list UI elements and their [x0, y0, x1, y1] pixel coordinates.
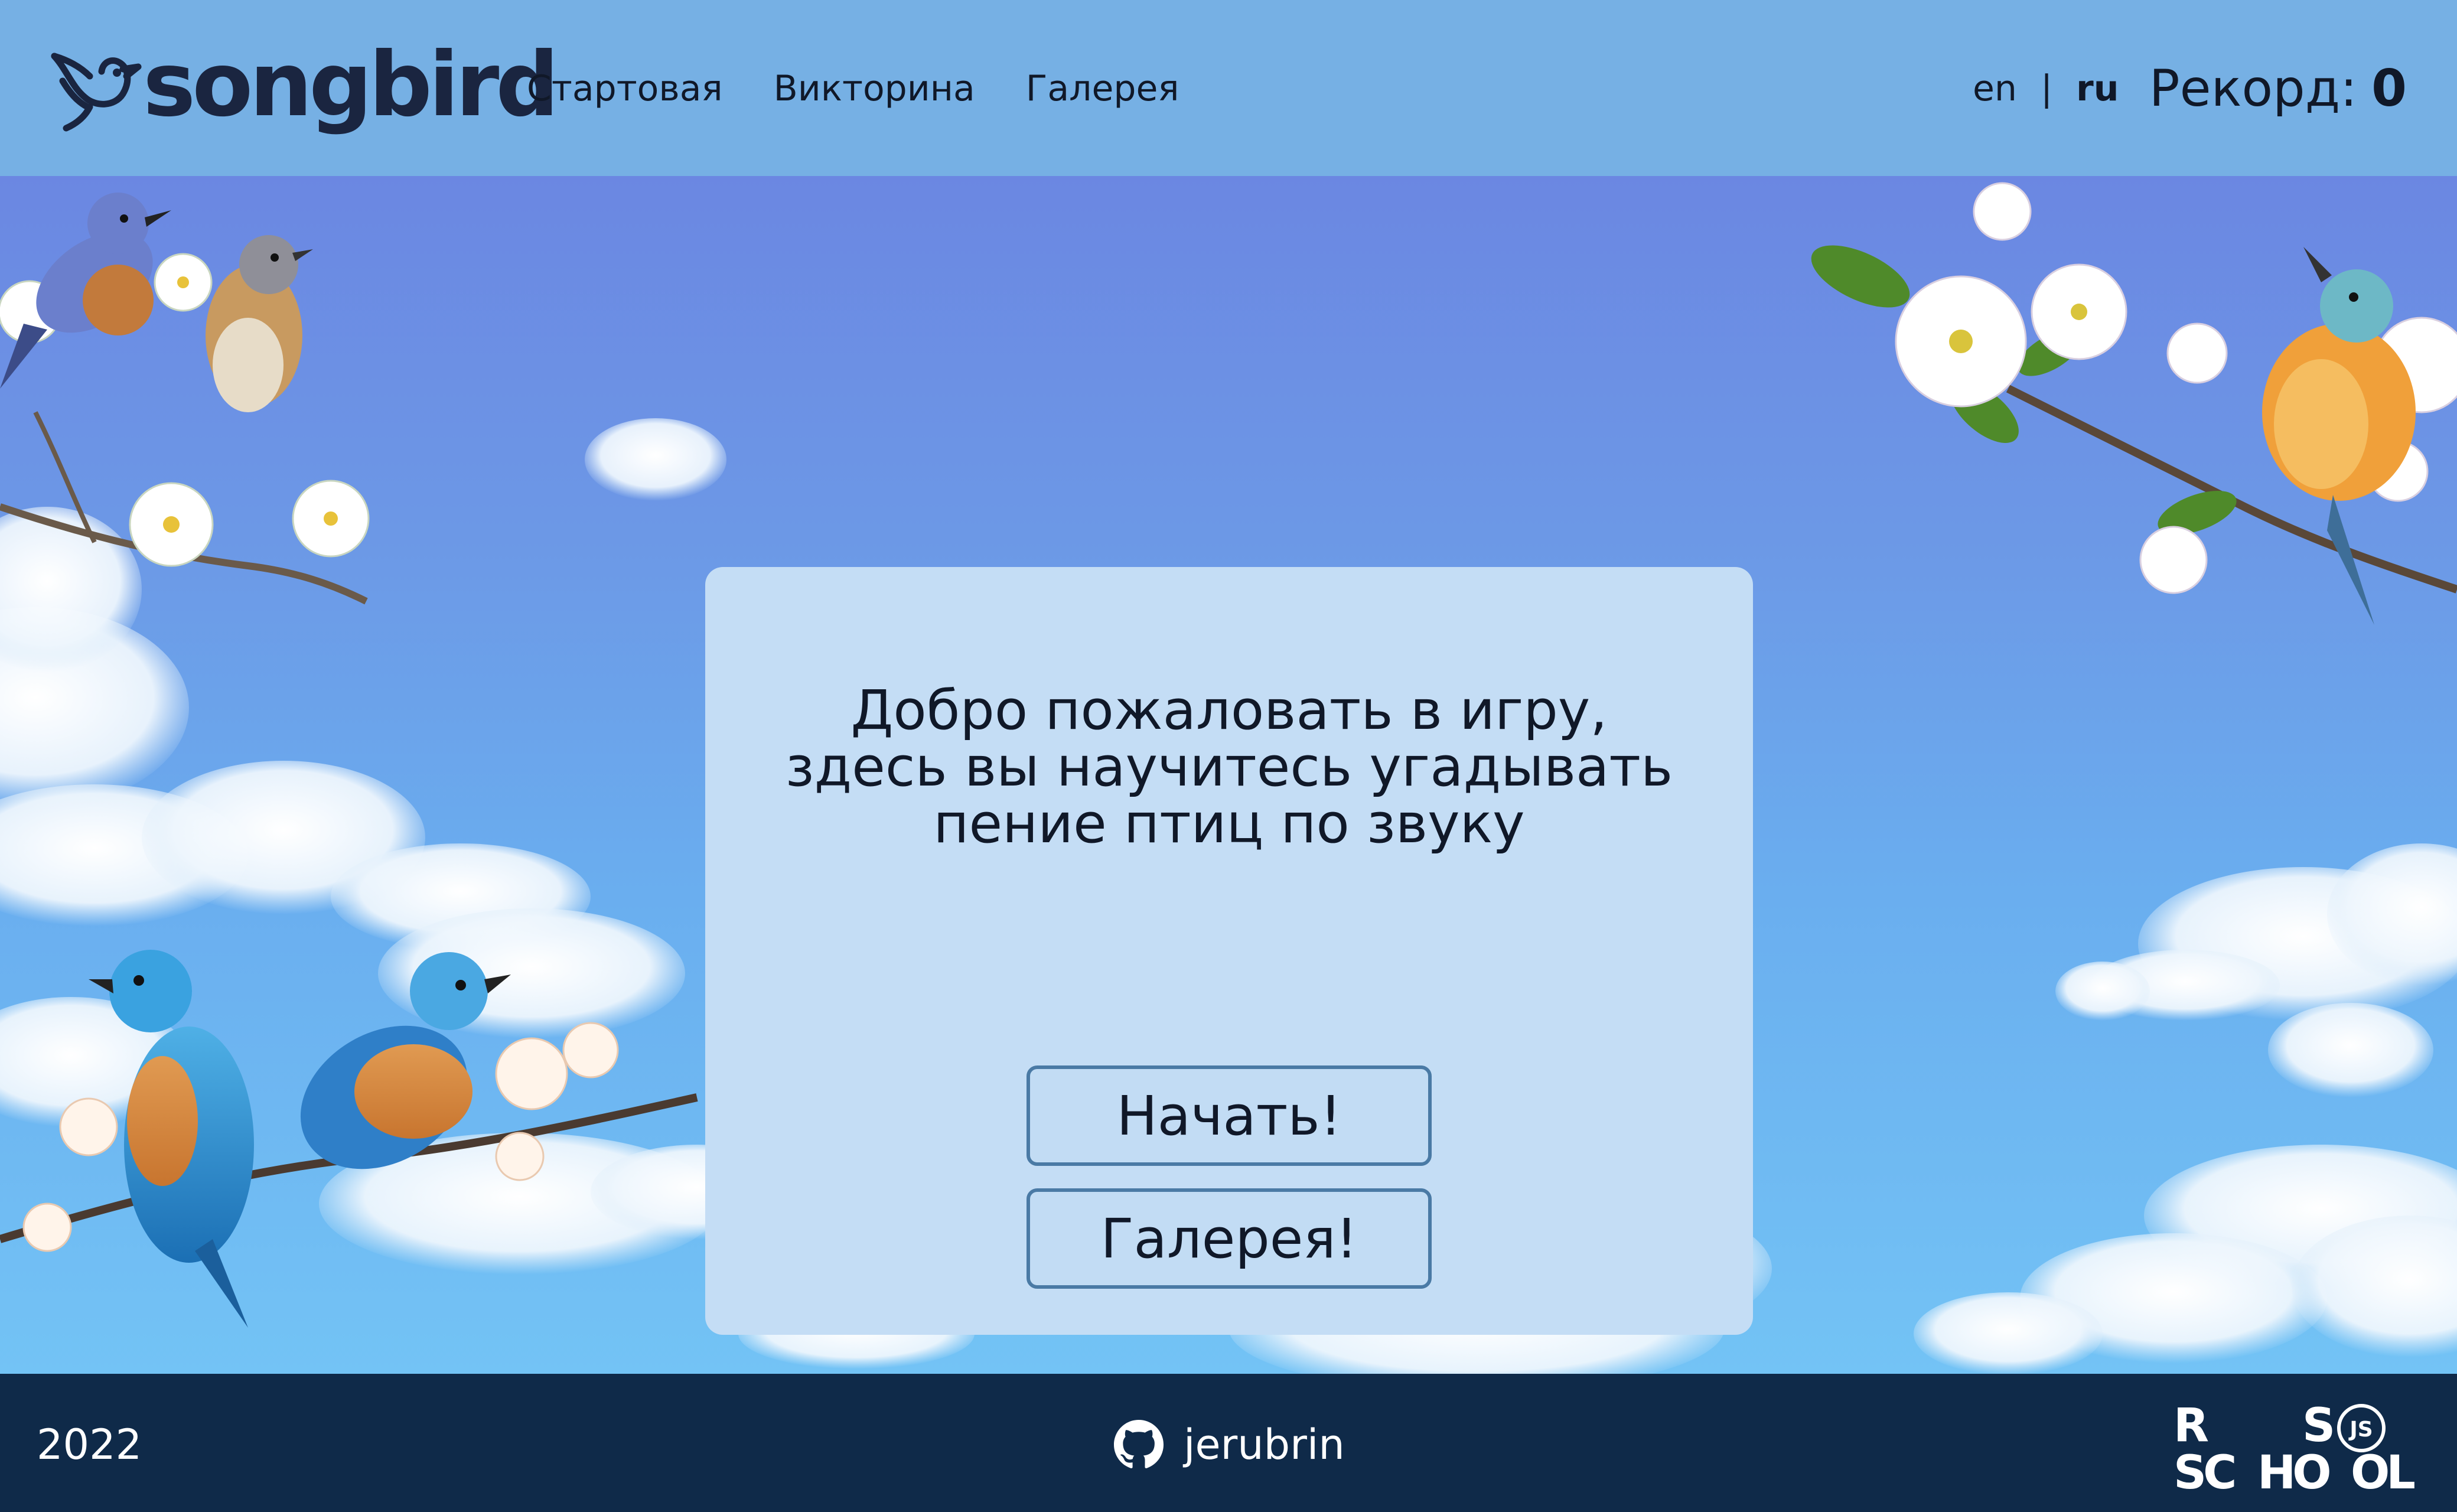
- svg-text:JS: JS: [2348, 1418, 2373, 1442]
- lang-en[interactable]: en: [1973, 68, 2017, 109]
- svg-text:SC: SC: [2174, 1446, 2234, 1494]
- start-button[interactable]: Начать!: [1027, 1065, 1432, 1166]
- logo[interactable]: songbird: [48, 34, 559, 143]
- gallery-button[interactable]: Галерея!: [1027, 1188, 1432, 1289]
- github-icon: [1114, 1420, 1164, 1468]
- svg-text:S: S: [2302, 1400, 2335, 1452]
- welcome-text: Добро пожаловать в игру, здесь вы научит…: [785, 679, 1673, 855]
- bird-branch-top-right: [1811, 182, 2457, 625]
- main-nav: Стартовая Викторина Галерея: [527, 59, 1230, 118]
- lang-ru[interactable]: ru: [2076, 68, 2119, 109]
- svg-text:HO: HO: [2257, 1446, 2329, 1494]
- nav-item-quiz[interactable]: Викторина: [774, 68, 975, 109]
- rs-school-logo[interactable]: R S SC HO OL JS: [2174, 1400, 2422, 1494]
- header: songbird Стартовая Викторина Галерея en …: [0, 0, 2457, 176]
- footer: 2022 jerubrin R S SC HO OL JS: [0, 1374, 2457, 1512]
- record-display: Рекорд: 0: [2149, 53, 2407, 124]
- svg-text:R: R: [2174, 1400, 2209, 1452]
- nav-item-gallery[interactable]: Галерея: [1026, 68, 1179, 109]
- lang-separator: |: [2040, 68, 2053, 109]
- nav-item-start[interactable]: Стартовая: [527, 68, 723, 109]
- record-value: 0: [2371, 59, 2407, 118]
- hero-background: Добро пожаловать в игру, здесь вы научит…: [0, 176, 2457, 1374]
- language-switcher: en | ru: [1973, 59, 2119, 118]
- logo-text: songbird: [143, 34, 559, 136]
- github-link[interactable]: jerubrin: [1114, 1415, 1345, 1474]
- svg-text:OL: OL: [2351, 1446, 2414, 1494]
- bird-icon: [51, 53, 142, 132]
- footer-year: 2022: [37, 1420, 142, 1469]
- welcome-card: Добро пожаловать в игру, здесь вы научит…: [705, 567, 1753, 1335]
- github-username: jerubrin: [1184, 1420, 1345, 1469]
- record-label: Рекорд:: [2149, 59, 2358, 118]
